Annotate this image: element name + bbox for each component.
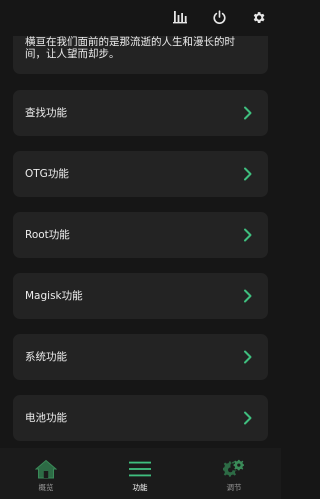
chevron-right-icon [244, 411, 252, 425]
intro-text: 横亘在我们面前的是那流逝的人生和漫长的时 间，让人望而却步。 [25, 36, 261, 62]
main-content: 横亘在我们面前的是那流逝的人生和漫长的时 间，让人望而却步。 查找功能 OTG功… [0, 0, 281, 448]
menu-item-label: Root功能 [25, 229, 70, 241]
home-icon [35, 458, 57, 480]
power-icon[interactable] [210, 8, 228, 26]
nav-item-overview[interactable]: 概览 [11, 448, 81, 499]
menu-item-battery[interactable]: 电池功能 [13, 395, 268, 441]
menu-item-magisk[interactable]: Magisk功能 [13, 273, 268, 319]
menu-icon [129, 458, 151, 480]
menu-item-label: 系统功能 [25, 351, 67, 363]
nav-item-adjust[interactable]: 调节 [199, 448, 269, 499]
menu-item-label: Magisk功能 [25, 290, 83, 302]
menu-item-root[interactable]: Root功能 [13, 212, 268, 258]
menu-item-search[interactable]: 查找功能 [13, 90, 268, 136]
menu-item-label: 查找功能 [25, 107, 67, 119]
bottom-nav: 概览 功能 调节 [0, 448, 281, 499]
menu-item-label: 电池功能 [25, 412, 67, 424]
chevron-right-icon [244, 350, 252, 364]
chevron-right-icon [244, 106, 252, 120]
gear-icon[interactable] [249, 8, 267, 26]
top-bar [0, 0, 281, 36]
bar-chart-icon[interactable] [171, 8, 189, 26]
nav-label: 功能 [132, 483, 148, 492]
chevron-right-icon [244, 167, 252, 181]
intro-line-2: 间，让人望而却步。 [25, 48, 120, 60]
nav-item-functions[interactable]: 功能 [105, 448, 175, 499]
menu-item-otg[interactable]: OTG功能 [13, 151, 268, 197]
chevron-right-icon [244, 228, 252, 242]
nav-label: 概览 [38, 483, 54, 492]
chevron-right-icon [244, 289, 252, 303]
menu-item-system[interactable]: 系统功能 [13, 334, 268, 380]
nav-label: 调节 [226, 483, 242, 492]
menu-item-label: OTG功能 [25, 168, 69, 180]
gears-icon [223, 458, 245, 480]
